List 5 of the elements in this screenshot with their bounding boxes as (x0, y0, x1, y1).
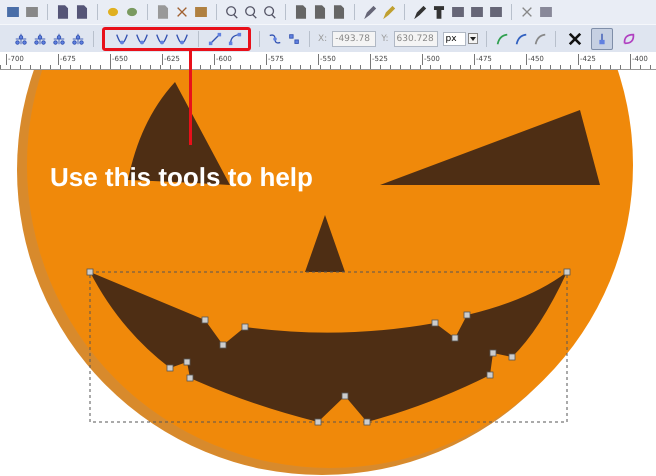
y-label: Y: (381, 34, 389, 44)
x-label: X: (318, 34, 328, 44)
unit-dropdown[interactable]: px (442, 32, 466, 46)
x-coordinate-field[interactable]: -493.78 (332, 30, 376, 46)
y-coordinate-field[interactable]: 630.728 (394, 30, 438, 46)
